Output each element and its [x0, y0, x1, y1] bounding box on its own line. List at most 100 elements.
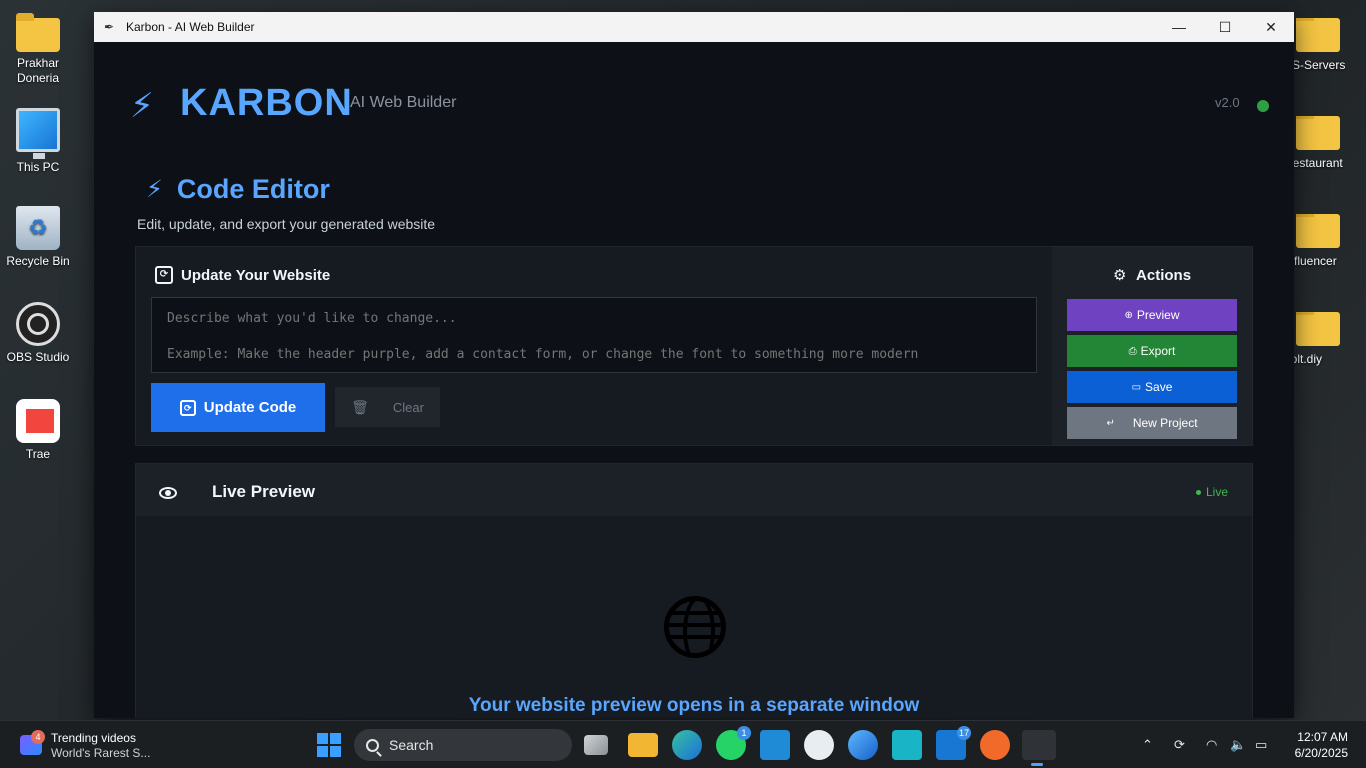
volume-glyph: 🔈 [1230, 737, 1247, 752]
change-request-input[interactable] [151, 297, 1037, 373]
recycle-bin-icon [16, 206, 60, 250]
version-label: v2.0 [1215, 95, 1240, 110]
desktop-icon-label: Trae [25, 447, 51, 461]
export-icon: ⎙ [1128, 345, 1137, 357]
update-panel: ⟳ Update Your Website ⟳ Update Code 🗑 Cl… [136, 247, 1052, 445]
search-icon [366, 738, 379, 752]
preview-button[interactable]: ⊕ Preview [1067, 299, 1237, 331]
update-heading-text: Update Your Website [181, 266, 331, 284]
outlook-badge: 17 [956, 726, 971, 740]
desktop-icon-label: VS-Servers [1290, 58, 1346, 72]
desktop-icon-label: Recycle Bin [6, 254, 70, 268]
globe-icon [664, 596, 726, 658]
folder-icon [16, 13, 60, 52]
outlook-icon[interactable]: 17 [936, 726, 971, 760]
widgets-button[interactable]: 4 Trending videos World's Rarest S... [18, 729, 178, 761]
folder-icon [1296, 214, 1340, 248]
show-hidden-icons[interactable]: ⌃ [1142, 721, 1153, 768]
title-bar[interactable]: ✒ Karbon - AI Web Builder — ☐ ✕ [94, 12, 1294, 42]
desktop-icon-vs-servers[interactable]: VS-Servers [1290, 18, 1366, 72]
sync-icon[interactable]: ⟳ [1174, 721, 1185, 768]
live-status-text: Live [1205, 485, 1228, 499]
actions-heading-text: Actions [1136, 267, 1192, 284]
sync-glyph: ⟳ [1174, 737, 1185, 752]
preview-message: Your website preview opens in a separate… [468, 695, 920, 716]
windows-start-icon[interactable] [317, 733, 341, 757]
page-title-text: Code Editor [176, 174, 330, 204]
taskbar-search[interactable]: Search [354, 729, 572, 761]
editor-card: ⟳ Update Your Website ⟳ Update Code 🗑 Cl… [135, 246, 1253, 446]
save-label: Save [1145, 380, 1173, 394]
search-label: Search [389, 737, 434, 753]
volume-icon[interactable]: 🔈 [1230, 721, 1246, 768]
desktop-icon-label: Restaurant [1290, 156, 1343, 170]
browser-icon[interactable] [848, 730, 878, 760]
update-code-button[interactable]: ⟳ Update Code [151, 383, 325, 432]
update-heading: ⟳ Update Your Website [155, 266, 330, 284]
folder-icon: ▭ [1131, 381, 1142, 393]
widget-title: Trending videos [51, 731, 136, 745]
desktop-icon-label: This PC [16, 160, 60, 174]
whatsapp-icon[interactable]: 1 [716, 726, 751, 760]
refresh-icon: ⟳ [179, 399, 196, 416]
clock-date: 6/20/2025 [1294, 746, 1348, 760]
desktop-icon-obs-studio[interactable]: OBS Studio [0, 302, 76, 365]
wifi-glyph: ◠ [1206, 737, 1218, 752]
trae-icon [16, 399, 60, 443]
save-button[interactable]: ▭ Save [1067, 371, 1237, 403]
desktop-icon-trae[interactable]: Trae [0, 399, 76, 462]
file-explorer-icon[interactable] [628, 733, 658, 757]
desktop-icon-bolt-diy[interactable]: bolt.diy [1290, 312, 1366, 366]
desktop-icon-restaurant[interactable]: Restaurant [1290, 116, 1366, 170]
app-header: ⚡ KARBON AI Web Builder v2.0 [94, 42, 1294, 162]
wifi-icon[interactable]: ◠ [1206, 721, 1217, 768]
trash-icon: 🗑 [351, 398, 369, 415]
desktop-icon-label: Prakhar Doneria [16, 56, 60, 85]
maximize-button[interactable]: ☐ [1202, 12, 1248, 42]
minimize-button[interactable]: — [1156, 12, 1202, 42]
globe-icon: ⊕ [1124, 309, 1133, 321]
return-icon: ↵ [1106, 417, 1115, 429]
taskbar: 4 Trending videos World's Rarest S... Se… [0, 720, 1366, 768]
whatsapp-badge: 1 [737, 726, 751, 740]
android-studio-icon[interactable] [804, 730, 834, 760]
folder-icon [1296, 18, 1340, 52]
page-subtitle: Edit, update, and export your generated … [137, 216, 436, 232]
preview-label: Preview [1136, 308, 1180, 322]
computer-icon [16, 108, 60, 159]
bolt-icon: ⚡ [146, 176, 163, 203]
widget-badge: 4 [31, 730, 45, 744]
desktop-icon-label: OBS Studio [6, 350, 70, 364]
export-button[interactable]: ⎙ Export [1067, 335, 1237, 367]
new-project-label: New Project [1132, 416, 1198, 430]
battery-icon[interactable]: ▭ [1255, 721, 1267, 768]
edge-icon[interactable] [672, 730, 702, 760]
brand-subtitle: AI Web Builder [350, 94, 457, 111]
new-project-button[interactable]: ↵ New Project [1067, 407, 1237, 439]
bolt-app-icon[interactable] [892, 730, 922, 760]
feather-icon: ✒ [104, 20, 115, 34]
eye-icon [159, 487, 177, 499]
clear-label: Clear [392, 399, 424, 415]
desktop-icon-influencer[interactable]: Influencer [1290, 214, 1366, 268]
brand-name: KARBON [180, 82, 353, 124]
postman-icon[interactable] [980, 730, 1010, 760]
python-app-icon[interactable] [1022, 730, 1056, 766]
update-code-label: Update Code [203, 399, 297, 416]
desktop-icon-prakhar-doneria[interactable]: Prakhar Doneria [0, 12, 76, 86]
desktop-icon-this-pc[interactable]: This PC [0, 108, 76, 175]
desktop-icon-recycle-bin[interactable]: Recycle Bin [0, 206, 76, 269]
close-button[interactable]: ✕ [1248, 12, 1294, 42]
refresh-icon: ⟳ [155, 266, 173, 284]
clear-button[interactable]: 🗑 Clear [335, 387, 440, 427]
actions-heading: ⚙ Actions [1052, 266, 1252, 284]
system-clock[interactable]: 12:07 AM 6/20/2025 [1295, 729, 1348, 761]
vscode-icon[interactable] [760, 730, 790, 760]
window-title: Karbon - AI Web Builder [126, 20, 255, 34]
clock-time: 12:07 AM [1297, 730, 1348, 744]
actions-panel: ⚙ Actions ⊕ Preview ⎙ Export ▭ Save ↵ Ne… [1052, 247, 1252, 445]
task-view-icon[interactable] [584, 735, 608, 755]
page-title: ⚡ Code Editor [146, 174, 330, 205]
live-preview-title: Live Preview [212, 482, 316, 501]
live-status-badge: Live [1195, 485, 1228, 499]
